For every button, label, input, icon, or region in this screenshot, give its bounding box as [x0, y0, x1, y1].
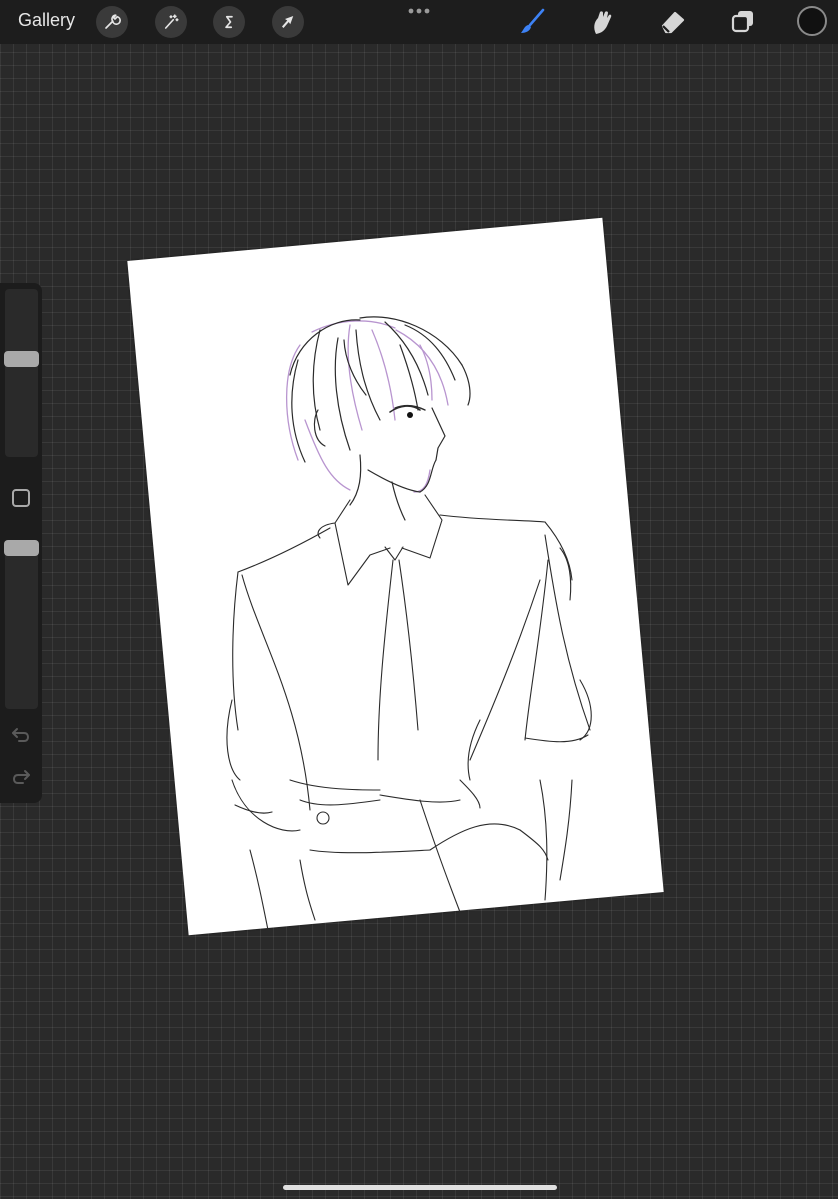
eraser-tool-button[interactable]	[657, 6, 689, 38]
transform-arrow-icon	[282, 16, 294, 28]
home-indicator[interactable]	[283, 1185, 557, 1190]
magic-wand-icon	[164, 14, 179, 29]
modify-button[interactable]	[12, 489, 30, 507]
more-menu-button[interactable]	[405, 3, 433, 19]
top-toolbar: Gallery	[0, 0, 838, 44]
layers-button[interactable]	[727, 6, 759, 38]
brush-tool-button[interactable]	[516, 6, 548, 38]
gallery-button[interactable]: Gallery	[18, 10, 75, 31]
color-picker-swatch[interactable]	[797, 6, 827, 36]
undo-button[interactable]	[9, 725, 33, 745]
opacity-thumb[interactable]	[4, 540, 39, 556]
more-dots-icon	[408, 8, 430, 14]
brush-icon	[521, 8, 545, 33]
layers-icon	[731, 11, 753, 33]
actions-wrench-button[interactable]	[96, 6, 128, 38]
selection-button[interactable]	[213, 6, 245, 38]
undo-icon	[12, 728, 29, 742]
adjustments-button[interactable]	[155, 6, 187, 38]
drawing-canvas[interactable]	[127, 217, 664, 936]
smudge-icon	[594, 11, 612, 34]
smudge-tool-button[interactable]	[586, 6, 618, 38]
brush-size-slider[interactable]	[5, 289, 38, 457]
wrench-icon	[105, 14, 121, 29]
brush-size-thumb[interactable]	[4, 351, 39, 367]
sidebar	[0, 283, 42, 803]
redo-icon	[13, 770, 30, 784]
selection-icon	[225, 15, 233, 29]
transform-button[interactable]	[272, 6, 304, 38]
redo-button[interactable]	[9, 767, 33, 787]
opacity-slider[interactable]	[5, 541, 38, 709]
eraser-icon	[661, 11, 685, 34]
